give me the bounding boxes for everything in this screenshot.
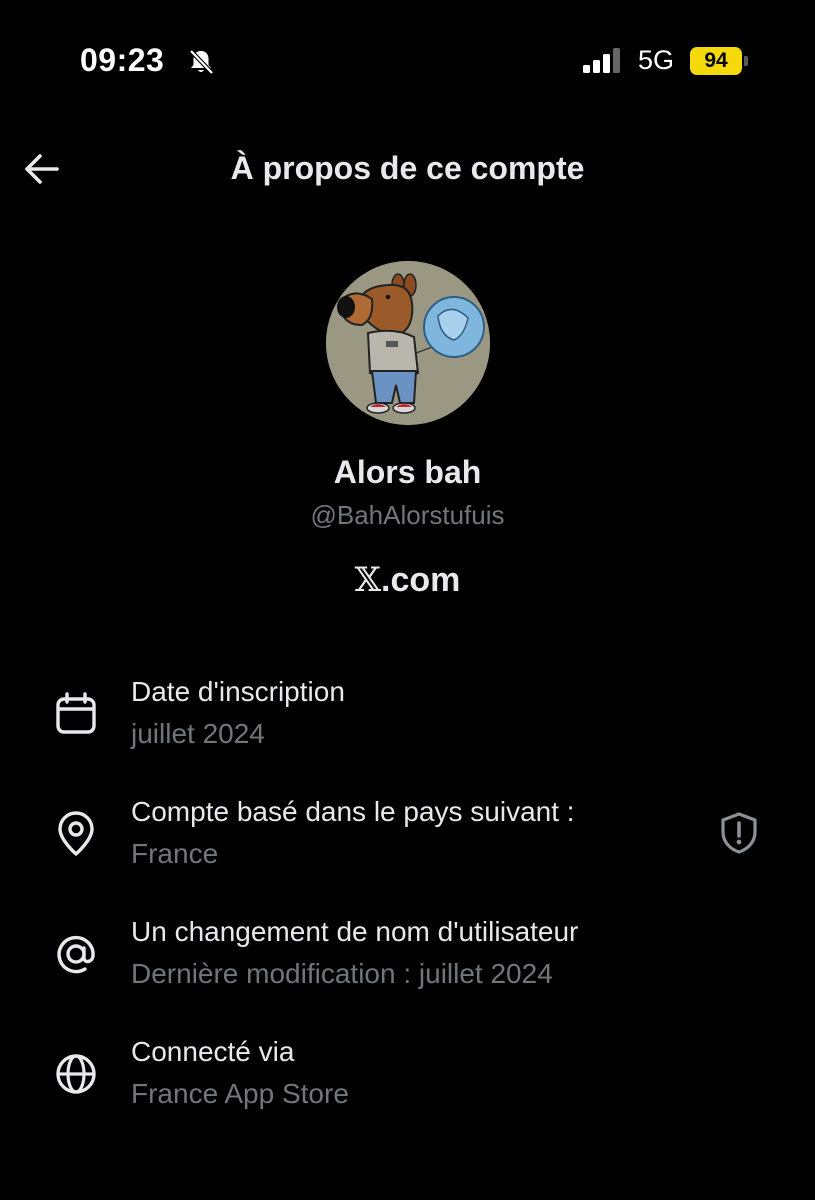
globe-icon: [56, 1054, 96, 1094]
info-label-connected-via: Connecté via: [131, 1036, 295, 1067]
calendar-icon: [56, 692, 96, 734]
info-value-connected-via: France App Store: [131, 1078, 349, 1109]
info-label-username-change: Un changement de nom d'utilisateur: [131, 916, 579, 947]
status-bar: 09:23 5G 94: [0, 0, 815, 120]
info-value-username-change: Dernière modification : juillet 2024: [131, 958, 553, 989]
info-value-join-date: juillet 2024: [131, 718, 265, 749]
display-name: Alors bah: [333, 454, 482, 490]
user-handle: @BahAlorstufuis: [310, 500, 505, 530]
avatar[interactable]: [326, 261, 490, 425]
info-value-country: France: [131, 838, 219, 869]
shield-info-icon[interactable]: [716, 810, 762, 856]
page-title: À propos de ce compte: [230, 150, 585, 186]
battery-icon: 94: [690, 47, 742, 75]
status-time: 09:23: [80, 42, 165, 78]
info-label-country: Compte basé dans le pays suivant :: [131, 796, 575, 827]
app-screen: 09:23 5G 94 À propos de ce compte Alors …: [0, 0, 815, 1200]
dog-character-avatar-image: [326, 261, 490, 425]
x-logo-icon: 𝕏: [354, 560, 382, 600]
x-com-brand: 𝕏.com: [0, 560, 815, 600]
brand-text: .com: [381, 561, 461, 599]
battery-tip: [744, 56, 748, 66]
info-item-username-change: Un changement de nom d'utilisateur Derni…: [0, 916, 815, 1016]
info-item-connected-via: Connecté via France App Store: [0, 1036, 815, 1136]
location-pin-icon: [58, 811, 94, 856]
info-label-join-date: Date d'inscription: [131, 676, 345, 707]
info-item-country: Compte basé dans le pays suivant : Franc…: [0, 796, 815, 896]
signal-icon: [583, 48, 620, 73]
bell-slash-icon: [189, 49, 214, 75]
info-item-join-date: Date d'inscription juillet 2024: [0, 676, 815, 776]
at-sign-icon: [57, 935, 95, 974]
network-label: 5G: [638, 45, 675, 75]
